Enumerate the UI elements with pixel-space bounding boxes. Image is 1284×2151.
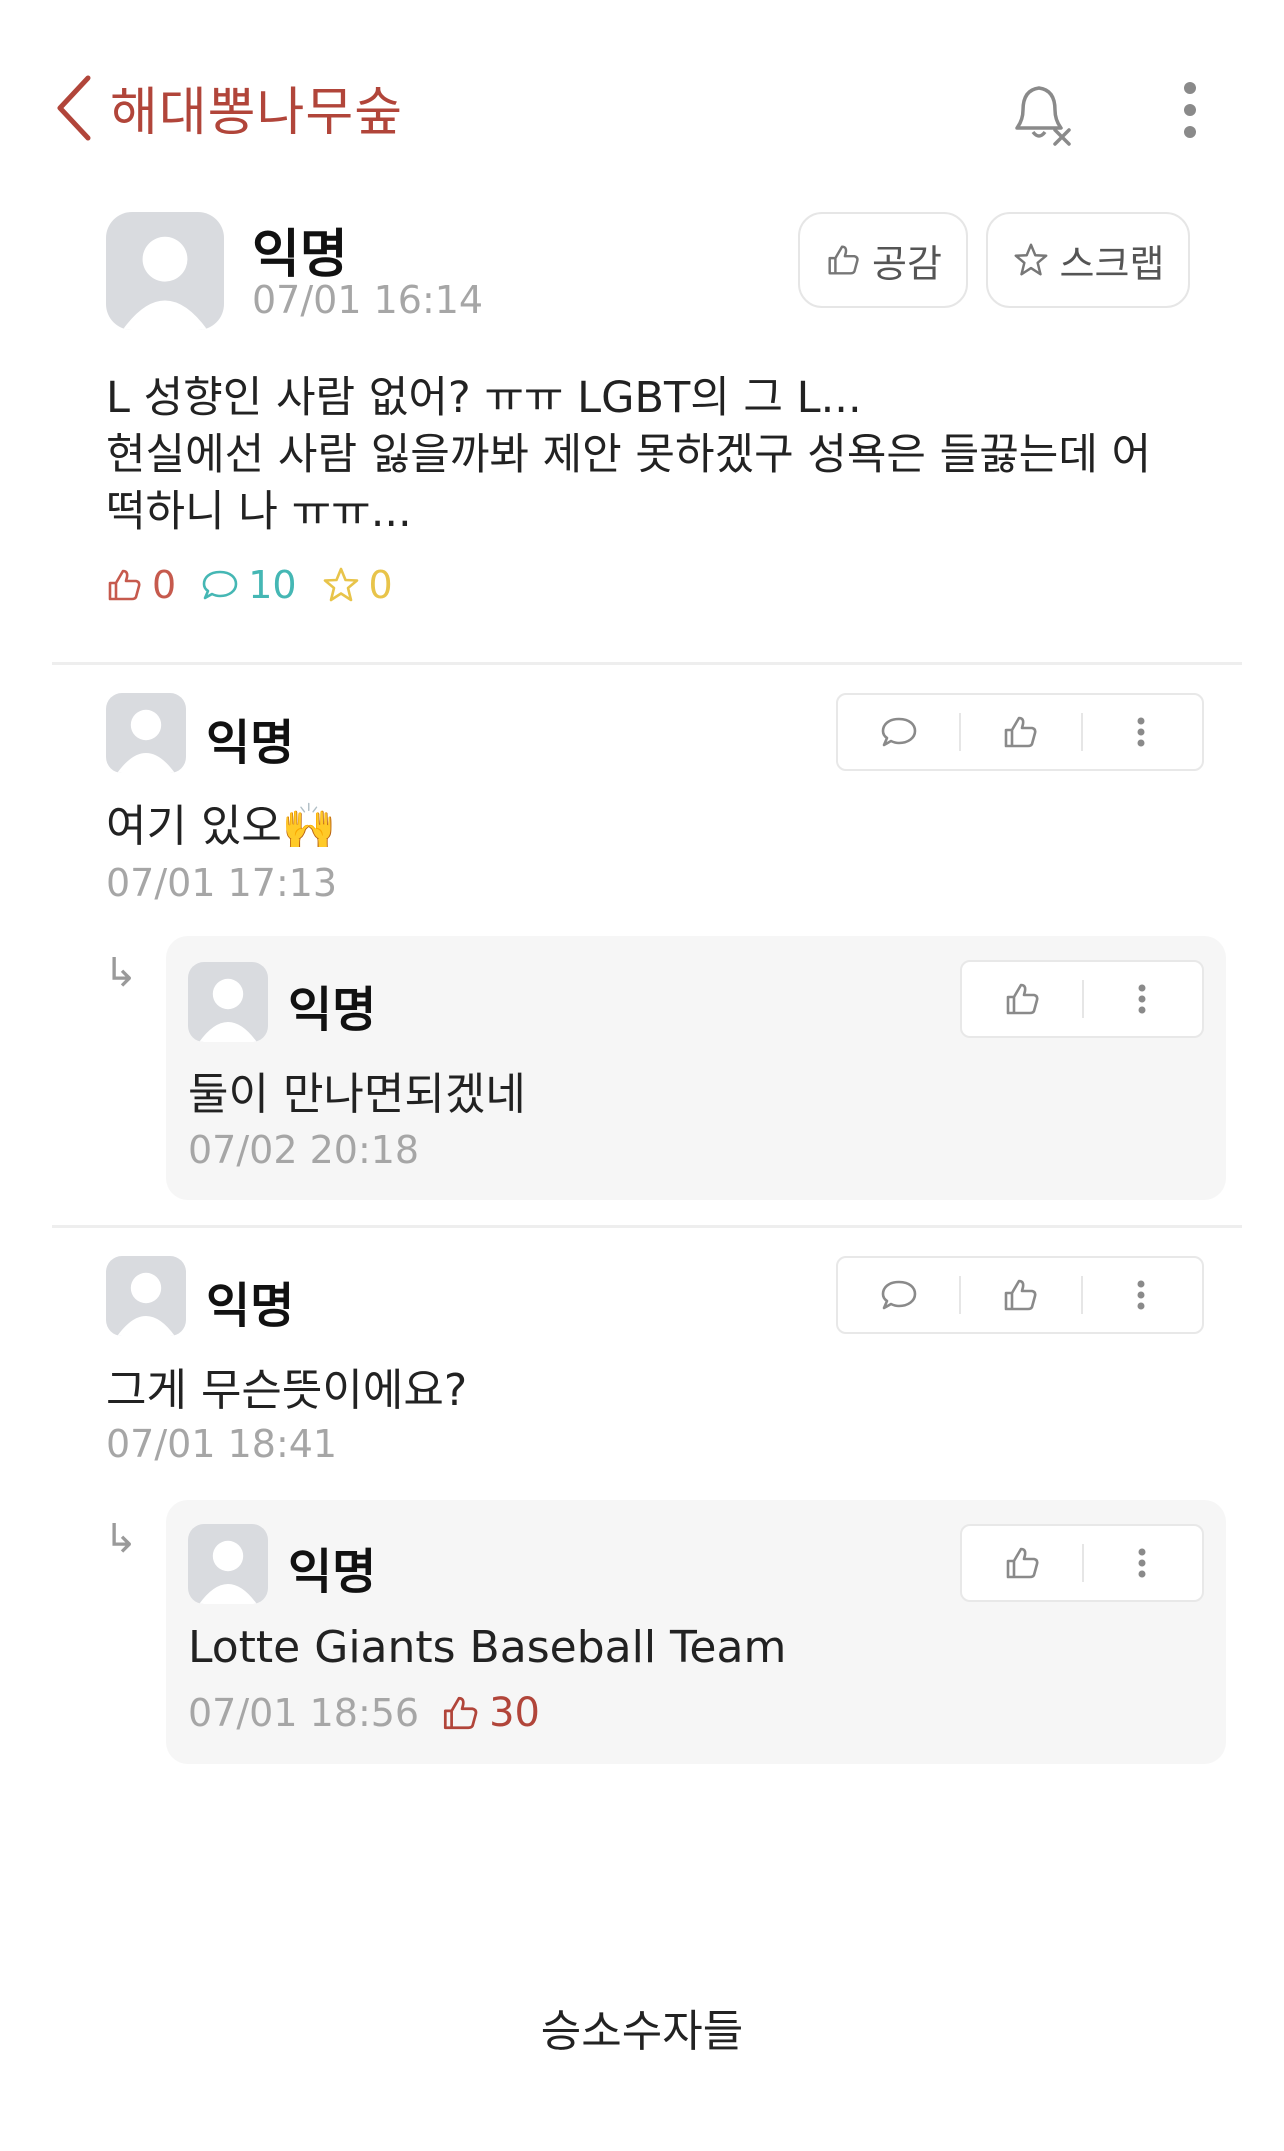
post-author: 익명 — [252, 225, 348, 285]
back-chevron-icon — [57, 75, 91, 141]
reply-button[interactable] — [838, 1258, 959, 1332]
reply-like-count-value: 30 — [489, 1690, 541, 1736]
comment-more-button[interactable] — [1080, 695, 1202, 769]
like-post-button[interactable]: 공감 — [798, 212, 968, 308]
post-avatar — [106, 212, 224, 330]
thumbs-up-icon — [1004, 716, 1037, 748]
scrap-count-value: 0 — [368, 563, 393, 607]
reply-author: 익명 — [288, 1544, 377, 1600]
comment: 익명 그게 무슨뜻이에요? 07/01 18:41 — [106, 1256, 1216, 1480]
thumbs-up-icon — [828, 245, 859, 275]
like-comment-button[interactable] — [959, 1258, 1080, 1332]
more-vertical-icon — [1184, 82, 1196, 138]
comment-text: 그게 무슨뜻이에요? — [106, 1365, 468, 1416]
comment-count-value: 10 — [248, 563, 297, 607]
reply-more-button[interactable] — [1082, 962, 1202, 1036]
notification-toggle-button[interactable] — [1005, 76, 1075, 148]
image-caption: 승소수자들 — [540, 2006, 744, 2057]
scrap-button[interactable]: 스크랩 — [986, 212, 1190, 308]
like-post-label: 공감 — [872, 241, 942, 286]
reply-text: 둘이 만나면되겠네 — [188, 1069, 526, 1120]
more-vertical-icon — [1138, 1548, 1146, 1578]
reply-arrow-icon: ↳ — [104, 1516, 138, 1562]
comment-count: 10 — [200, 563, 297, 607]
reply-like-count: 30 — [439, 1690, 540, 1736]
comment-actions — [836, 1256, 1204, 1334]
comment-author: 익명 — [206, 715, 295, 771]
like-reply-button[interactable] — [962, 1526, 1082, 1600]
post-stats: 0 10 0 — [104, 560, 393, 610]
more-vertical-icon — [1137, 717, 1145, 747]
comment-timestamp: 07/01 17:13 — [106, 861, 338, 905]
thumbs-up-icon — [1006, 983, 1039, 1015]
back-button[interactable] — [52, 72, 100, 144]
post-timestamp: 07/01 16:14 — [252, 278, 484, 322]
reply-timestamp: 07/01 18:56 — [188, 1691, 420, 1735]
reply-more-button[interactable] — [1082, 1526, 1202, 1600]
more-vertical-icon — [1137, 1280, 1145, 1310]
comment-avatar — [106, 693, 186, 773]
reply: 익명 둘이 만나면되겠네 07/02 20:18 — [166, 936, 1226, 1200]
reply-author: 익명 — [288, 982, 377, 1038]
comment-author: 익명 — [206, 1278, 295, 1334]
divider — [52, 662, 1242, 665]
thumbs-up-icon — [444, 1696, 478, 1730]
like-reply-button[interactable] — [962, 962, 1082, 1036]
scrap-label: 스크랩 — [1059, 241, 1165, 286]
divider — [52, 1225, 1242, 1228]
comment-bubble-icon — [881, 1280, 916, 1310]
comment-bubble-icon — [881, 717, 916, 747]
like-count: 0 — [104, 563, 176, 607]
reply-button[interactable] — [838, 695, 959, 769]
reply-arrow-icon: ↳ — [104, 950, 138, 996]
more-vertical-icon — [1138, 984, 1146, 1014]
comment-avatar — [106, 1256, 186, 1336]
post-body: L 성향인 사람 없어? ㅠㅠ LGBT의 그 L... 현실에선 사람 잃을까… — [106, 373, 1152, 537]
star-icon — [1014, 243, 1047, 276]
reply-actions — [960, 1524, 1204, 1602]
bell-off-icon — [1015, 86, 1071, 146]
comment-text: 여기 있오🙌 — [106, 801, 337, 852]
thumbs-up-icon — [1004, 1279, 1037, 1311]
like-count-value: 0 — [152, 563, 177, 607]
reply-actions — [960, 960, 1204, 1038]
like-comment-button[interactable] — [959, 695, 1080, 769]
star-icon — [323, 567, 358, 602]
comment-actions — [836, 693, 1204, 771]
thumbs-up-icon — [1006, 1547, 1039, 1579]
reply-avatar — [188, 962, 268, 1042]
reply-timestamp: 07/02 20:18 — [188, 1128, 420, 1172]
reply-text: Lotte Giants Baseball Team — [188, 1622, 787, 1673]
reply-avatar — [188, 1524, 268, 1604]
scrap-count: 0 — [321, 563, 393, 607]
comment-more-button[interactable] — [1080, 1258, 1202, 1332]
reply: 익명 Lotte Giants Baseball Team 07/01 18:5… — [166, 1500, 1226, 1764]
comment: 익명 여기 있오🙌 07/01 17:13 — [106, 693, 1216, 917]
board-title: 해대뽕나무숲 — [110, 83, 404, 143]
reply-meta: 07/01 18:56 30 — [188, 1690, 540, 1736]
thumbs-up-icon — [108, 569, 141, 601]
more-options-button[interactable] — [1170, 78, 1210, 148]
comment-bubble-icon — [202, 570, 238, 600]
comment-timestamp: 07/01 18:41 — [106, 1422, 338, 1466]
